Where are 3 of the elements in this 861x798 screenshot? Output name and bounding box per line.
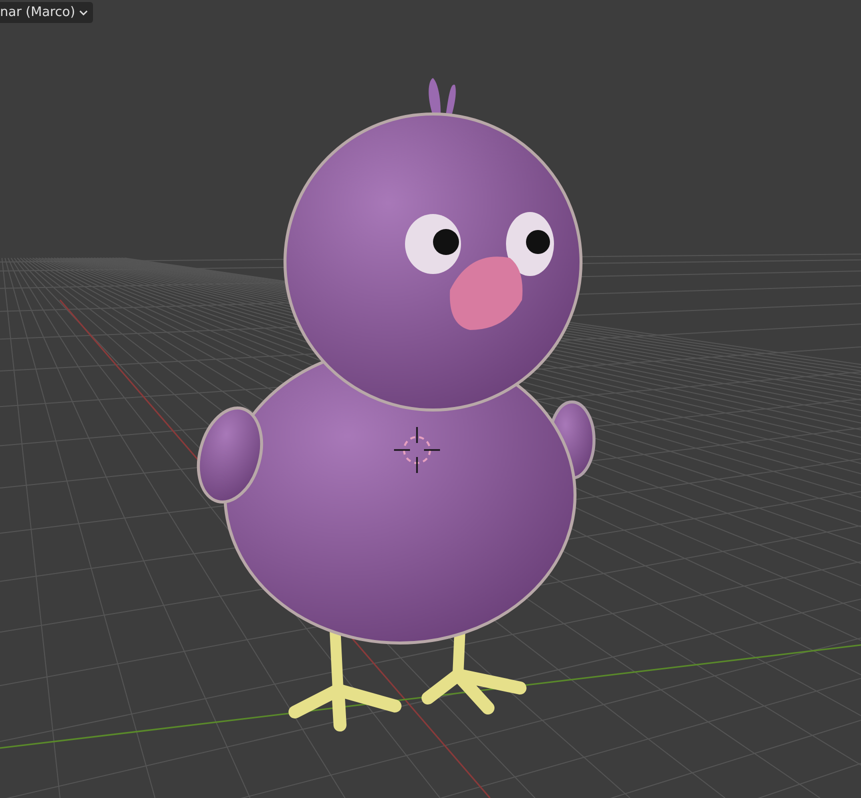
chevron-icon — [79, 10, 88, 16]
crosshair-icon — [393, 426, 441, 474]
object-dropdown[interactable]: nar (Marco) — [0, 2, 94, 23]
